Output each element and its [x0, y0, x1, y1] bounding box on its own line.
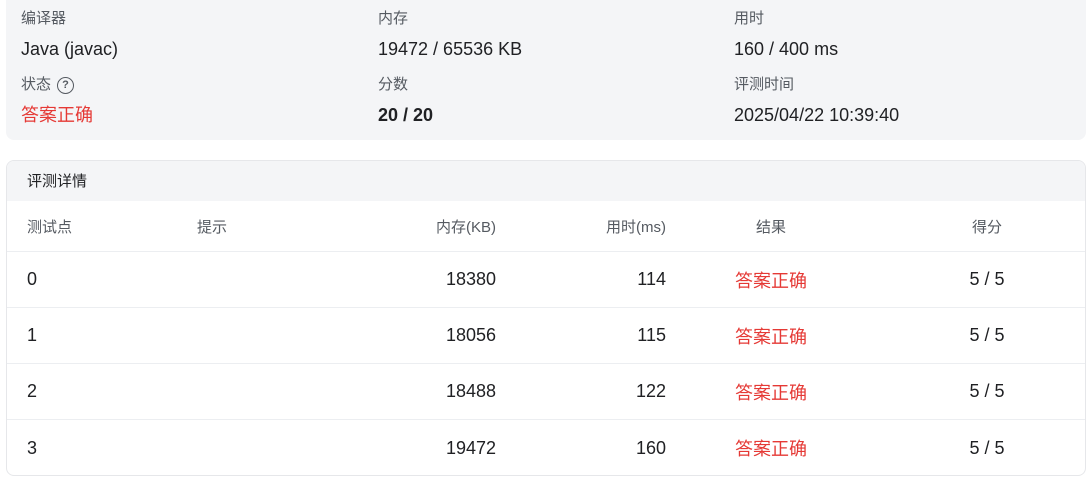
header-time: 用时(ms): [606, 218, 666, 236]
testcase-score: 5 / 5: [969, 381, 1005, 401]
memory-value: 19472 / 65536 KB: [378, 39, 523, 59]
testcase-result: 答案正确: [735, 270, 807, 291]
testcase-id: 1: [27, 325, 38, 345]
score-label: 分数: [378, 76, 409, 93]
status-label: 状态: [21, 76, 52, 93]
score-value: 20 / 20: [378, 105, 434, 125]
judge-details-panel: 评测详情 测试点 提示 内存(KB) 用时(ms) 结果 得分 0 18380 …: [6, 160, 1086, 476]
table-row: 3 19472 160 答案正确 5 / 5: [7, 420, 1085, 475]
compiler-value: Java (javac): [21, 39, 119, 59]
memory-info: 内存 19472 / 65536 KB: [378, 10, 522, 60]
submission-summary: 编译器 Java (javac) 内存 19472 / 65536 KB 用时 …: [6, 0, 1086, 140]
testcase-time: 115: [637, 325, 666, 345]
testcase-result: 答案正确: [735, 382, 807, 403]
header-score: 得分: [971, 218, 1002, 236]
judge-time-label: 评测时间: [734, 76, 795, 93]
testcase-memory: 18488: [445, 381, 496, 401]
testcase-score: 5 / 5: [969, 269, 1005, 289]
table-row: 0 18380 114 答案正确 5 / 5: [7, 252, 1085, 308]
judge-details-title: 评测详情: [7, 161, 1085, 201]
judge-time-value: 2025/04/22 10:39:40: [734, 105, 900, 125]
testcase-result: 答案正确: [735, 326, 807, 347]
memory-label: 内存: [378, 10, 409, 27]
testcase-id: 2: [27, 381, 38, 401]
testcase-time: 114: [637, 269, 666, 289]
status-label-row: 状态 ?: [21, 76, 93, 94]
status-value: 答案正确: [21, 105, 93, 125]
table-row: 1 18056 115 答案正确 5 / 5: [7, 308, 1085, 364]
testcase-time: 160: [635, 437, 666, 458]
testcase-id: 3: [27, 437, 38, 458]
help-icon[interactable]: ?: [57, 76, 75, 94]
score-info: 分数 20 / 20: [378, 76, 433, 126]
testcase-memory: 18056: [445, 325, 496, 345]
header-memory: 内存(KB): [435, 218, 496, 236]
judge-time-info: 评测时间 2025/04/22 10:39:40: [734, 76, 899, 126]
testcase-memory: 19472: [445, 437, 496, 458]
table-row: 2 18488 122 答案正确 5 / 5: [7, 364, 1085, 420]
testcase-score: 5 / 5: [969, 325, 1005, 345]
header-hint: 提示: [197, 218, 228, 236]
time-info: 用时 160 / 400 ms: [734, 10, 838, 60]
status-info: 状态 ? 答案正确: [21, 76, 93, 126]
table-header: 测试点 提示 内存(KB) 用时(ms) 结果 得分: [7, 201, 1085, 252]
testcase-memory: 18380: [445, 269, 496, 289]
time-value: 160 / 400 ms: [734, 39, 839, 59]
testcase-id: 0: [27, 269, 38, 289]
testcase-score: 5 / 5: [969, 437, 1005, 458]
testcase-time: 122: [635, 381, 666, 401]
time-label: 用时: [734, 10, 765, 27]
testcase-result: 答案正确: [735, 439, 807, 459]
compiler-label: 编译器: [21, 10, 67, 27]
header-result: 结果: [755, 218, 786, 236]
header-testcase: 测试点: [27, 218, 73, 236]
compiler-info: 编译器 Java (javac): [21, 10, 118, 60]
